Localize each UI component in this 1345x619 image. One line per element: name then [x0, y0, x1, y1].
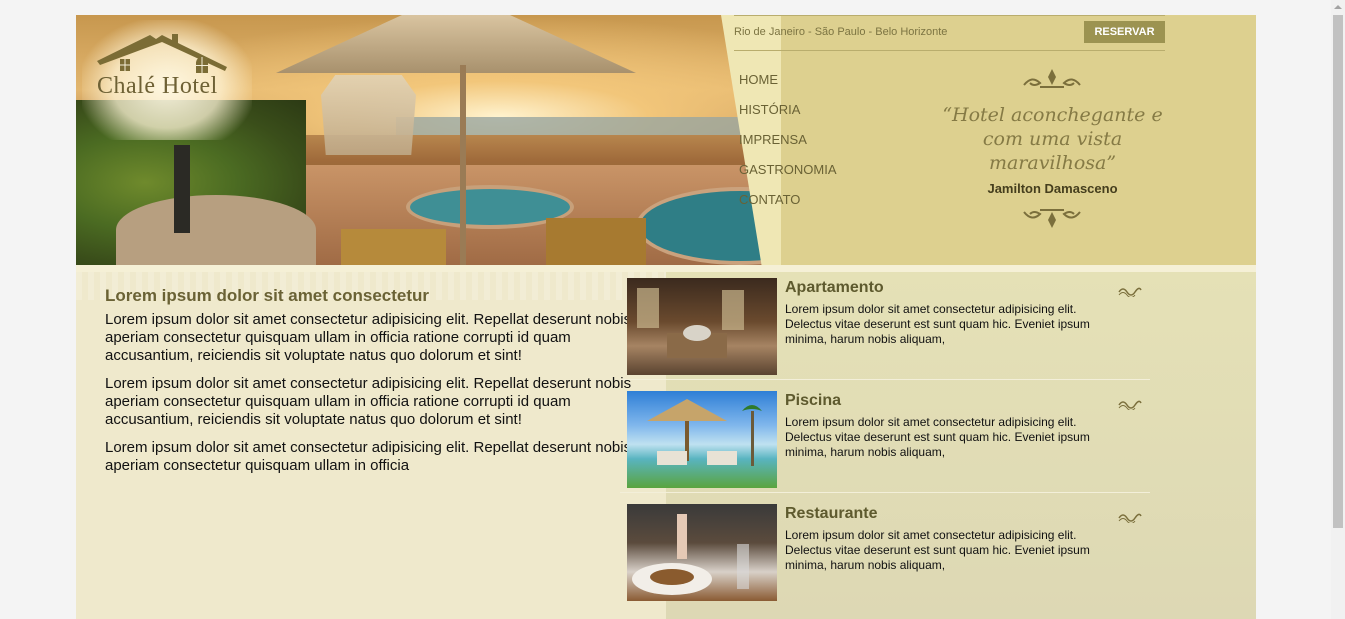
nav-item-home[interactable]: HOME — [739, 73, 837, 103]
piscina-photo[interactable] — [627, 391, 777, 488]
reserve-button[interactable]: RESERVAR — [1084, 21, 1165, 43]
feature-card-apartamento[interactable]: Apartamento Lorem ipsum dolor sit amet c… — [620, 275, 1150, 380]
card-title: Restaurante — [785, 505, 878, 522]
hero-image: Chalé Hotel — [76, 15, 781, 265]
main-nav: HOME HISTÓRIA IMPRENSA GASTRONOMIA CONTA… — [739, 73, 837, 223]
scrollbar-thumb[interactable] — [1333, 15, 1343, 528]
ornament-bottom-icon — [1023, 209, 1081, 228]
scroll-up-arrow-icon[interactable] — [1331, 0, 1345, 14]
wave-ornament-icon — [1118, 287, 1142, 297]
article-paragraph: Lorem ipsum dolor sit amet consectetur a… — [105, 375, 632, 428]
nav-item-imprensa[interactable]: IMPRENSA — [739, 133, 837, 163]
quote-text: “Hotel aconchegante e com uma vista mara… — [942, 104, 1163, 174]
card-separator — [620, 492, 1150, 493]
feature-card-piscina[interactable]: Piscina Lorem ipsum dolor sit amet conse… — [620, 388, 1150, 493]
header-bottom-rule — [734, 50, 1165, 51]
header-top-rule — [734, 15, 1165, 16]
hotel-logo-text[interactable]: Chalé Hotel — [97, 73, 218, 100]
quote-author: Jamilton Damasceno — [987, 181, 1118, 196]
ornament-top-icon — [1023, 69, 1081, 88]
apartamento-photo[interactable] — [627, 278, 777, 375]
card-separator — [620, 379, 1150, 380]
card-text: Lorem ipsum dolor sit amet consectetur a… — [785, 302, 1090, 346]
locations-text: Rio de Janeiro - São Paulo - Belo Horizo… — [734, 26, 948, 38]
card-text: Lorem ipsum dolor sit amet consectetur a… — [785, 415, 1090, 459]
nav-item-historia[interactable]: HISTÓRIA — [739, 103, 837, 133]
wave-ornament-icon — [1118, 400, 1142, 410]
card-text: Lorem ipsum dolor sit amet consectetur a… — [785, 528, 1090, 572]
article-title: Lorem ipsum dolor sit amet consectetur — [105, 286, 430, 305]
article-paragraph: Lorem ipsum dolor sit amet consectetur a… — [105, 311, 632, 364]
article-paragraph: Lorem ipsum dolor sit amet consectetur a… — [105, 439, 632, 474]
card-title: Piscina — [785, 392, 842, 409]
feature-card-restaurante[interactable]: Restaurante Lorem ipsum dolor sit amet c… — [620, 501, 1150, 605]
nav-item-gastronomia[interactable]: GASTRONOMIA — [739, 163, 837, 193]
card-title: Apartamento — [785, 279, 884, 296]
nav-item-contato[interactable]: CONTATO — [739, 193, 837, 223]
restaurante-photo[interactable] — [627, 504, 777, 601]
wave-ornament-icon — [1118, 513, 1142, 523]
